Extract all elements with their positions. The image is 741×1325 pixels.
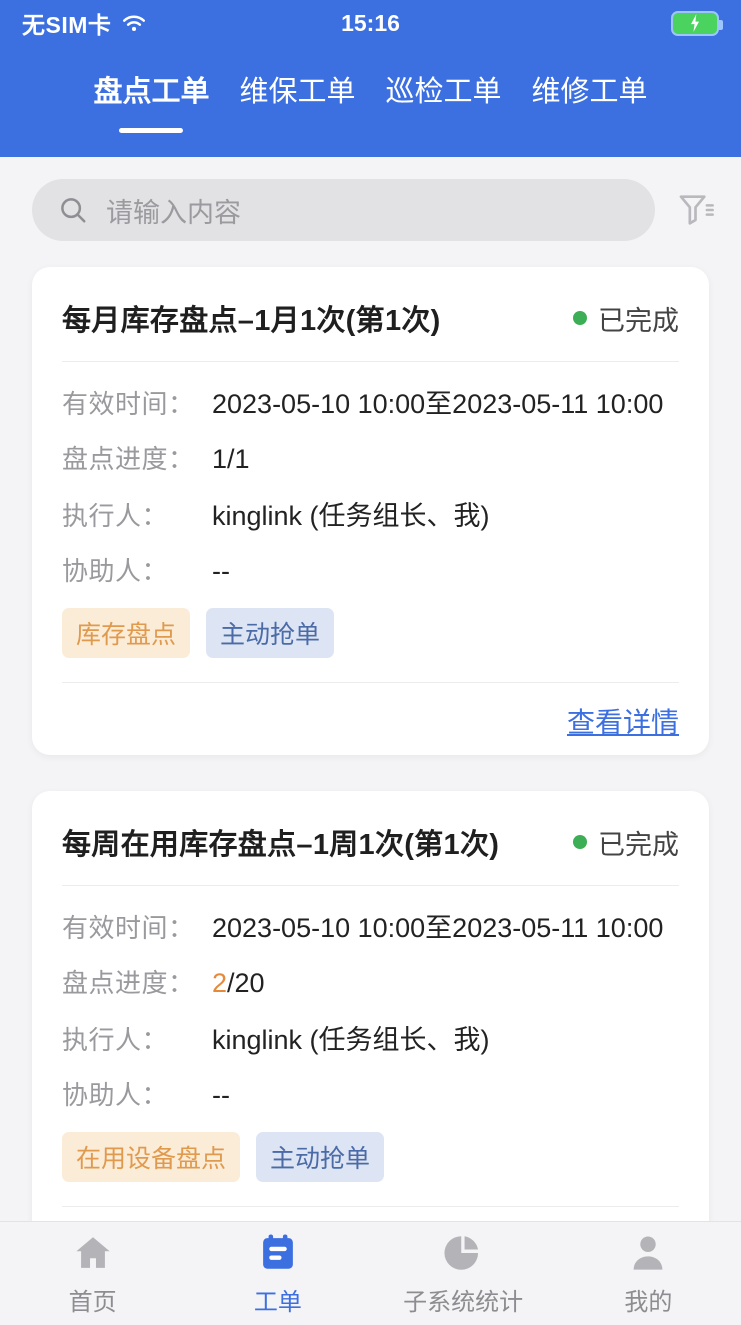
field-label: 执行人： [62, 1025, 169, 1055]
field-label: 盘点进度： [62, 968, 195, 998]
clipboard-icon [255, 1230, 301, 1276]
tab-label: 巡检工单 [385, 76, 502, 108]
search-box[interactable]: 请输入内容 [32, 179, 655, 241]
card-footer: 查看详情 [62, 682, 679, 741]
carrier-label: 无SIM卡 [22, 12, 112, 38]
status-badge: 已完成 [573, 823, 679, 862]
status-bar: 无SIM卡 15:16 [0, 0, 741, 46]
tag-claim-type: 主动抢单 [206, 608, 335, 658]
status-label: 已完成 [598, 305, 679, 336]
field-label: 有效时间： [62, 389, 195, 419]
status-bar-right [671, 10, 723, 36]
pie-chart-icon [440, 1230, 486, 1276]
field-label: 执行人： [62, 501, 169, 531]
status-label: 已完成 [598, 829, 679, 860]
tab-label: 盘点工单 [93, 76, 210, 108]
status-dot-icon [573, 311, 587, 325]
workorder-title: 每周在用库存盘点–1周1次(第1次) [62, 829, 500, 861]
progress-highlight: 2 [212, 968, 228, 998]
tag-list: 库存盘点 主动抢单 [62, 608, 679, 658]
field-row-progress: 盘点进度： 1/1 [62, 439, 679, 476]
field-row-assistant: 协助人： -- [62, 1075, 679, 1112]
filter-icon[interactable] [673, 187, 719, 233]
field-row-assistant: 协助人： -- [62, 551, 679, 588]
person-icon [625, 1230, 671, 1276]
tab-bar: 盘点工单 维保工单 巡检工单 维修工单 [0, 46, 741, 157]
card-divider [62, 885, 679, 886]
tag-category: 库存盘点 [62, 608, 191, 658]
workorder-title: 每月库存盘点–1月1次(第1次) [62, 305, 441, 337]
field-value: -- [212, 556, 230, 586]
battery-charging-icon [671, 10, 723, 36]
tab-label: 维修工单 [531, 76, 648, 108]
tab-repair-workorder[interactable]: 维修工单 [530, 64, 650, 133]
progress-rest: 1/1 [212, 444, 250, 474]
card-header: 每周在用库存盘点–1周1次(第1次) 已完成 [62, 821, 679, 863]
tab-label: 维保工单 [239, 76, 356, 108]
search-input[interactable]: 请输入内容 [106, 191, 241, 230]
field-value: 2023-05-10 10:00至2023-05-11 10:00 [212, 389, 664, 419]
tag-claim-type: 主动抢单 [256, 1132, 385, 1182]
tab-inventory-workorder[interactable]: 盘点工单 [91, 64, 211, 133]
nav-item-workorder[interactable]: 工单 [185, 1230, 370, 1317]
nav-item-profile[interactable]: 我的 [556, 1230, 741, 1317]
workorder-card[interactable]: 每月库存盘点–1月1次(第1次) 已完成 有效时间： 2023-05-10 10… [32, 267, 709, 755]
field-label: 协助人： [62, 1080, 169, 1110]
field-row-valid-time: 有效时间： 2023-05-10 10:00至2023-05-11 10:00 [62, 382, 679, 421]
search-icon [58, 195, 88, 225]
field-row-executor: 执行人： kinglink (任务组长、我) [62, 494, 679, 533]
status-badge: 已完成 [573, 299, 679, 338]
tag-list: 在用设备盘点 主动抢单 [62, 1132, 679, 1182]
field-row-progress: 盘点进度： 2/20 [62, 963, 679, 1000]
field-value: kinglink (任务组长、我) [212, 1025, 490, 1055]
field-label: 协助人： [62, 556, 169, 586]
tab-inspection-workorder[interactable]: 巡检工单 [384, 64, 504, 133]
workorder-card[interactable]: 每周在用库存盘点–1周1次(第1次) 已完成 有效时间： 2023-05-10 … [32, 791, 709, 1279]
nav-item-subsystem-stats[interactable]: 子系统统计 [371, 1230, 556, 1317]
field-label: 有效时间： [62, 913, 195, 943]
workorder-list[interactable]: 每月库存盘点–1月1次(第1次) 已完成 有效时间： 2023-05-10 10… [0, 255, 741, 1279]
nav-label: 子系统统计 [403, 1289, 524, 1316]
nav-label: 我的 [624, 1289, 673, 1316]
field-row-valid-time: 有效时间： 2023-05-10 10:00至2023-05-11 10:00 [62, 906, 679, 945]
search-row: 请输入内容 [0, 157, 741, 255]
tab-active-underline [119, 128, 184, 133]
field-value: 2/20 [212, 968, 265, 999]
status-dot-icon [573, 835, 587, 849]
card-divider [62, 361, 679, 362]
wifi-icon [121, 13, 147, 33]
field-value: 1/1 [212, 444, 250, 475]
field-row-executor: 执行人： kinglink (任务组长、我) [62, 1018, 679, 1057]
field-value: -- [212, 1080, 230, 1110]
tag-category: 在用设备盘点 [62, 1132, 241, 1182]
nav-label: 工单 [253, 1289, 302, 1316]
progress-rest: /20 [227, 968, 265, 998]
home-icon [70, 1230, 116, 1276]
field-value: kinglink (任务组长、我) [212, 501, 490, 531]
view-detail-link[interactable]: 查看详情 [567, 707, 679, 738]
field-label: 盘点进度： [62, 444, 195, 474]
field-value: 2023-05-10 10:00至2023-05-11 10:00 [212, 913, 664, 943]
bottom-nav: 首页 工单 子系统统计 我的 [0, 1221, 741, 1325]
nav-label: 首页 [68, 1289, 117, 1316]
nav-item-home[interactable]: 首页 [0, 1230, 185, 1317]
tab-maintenance-workorder[interactable]: 维保工单 [237, 64, 357, 133]
card-header: 每月库存盘点–1月1次(第1次) 已完成 [62, 297, 679, 339]
status-bar-left: 无SIM卡 [22, 6, 147, 40]
